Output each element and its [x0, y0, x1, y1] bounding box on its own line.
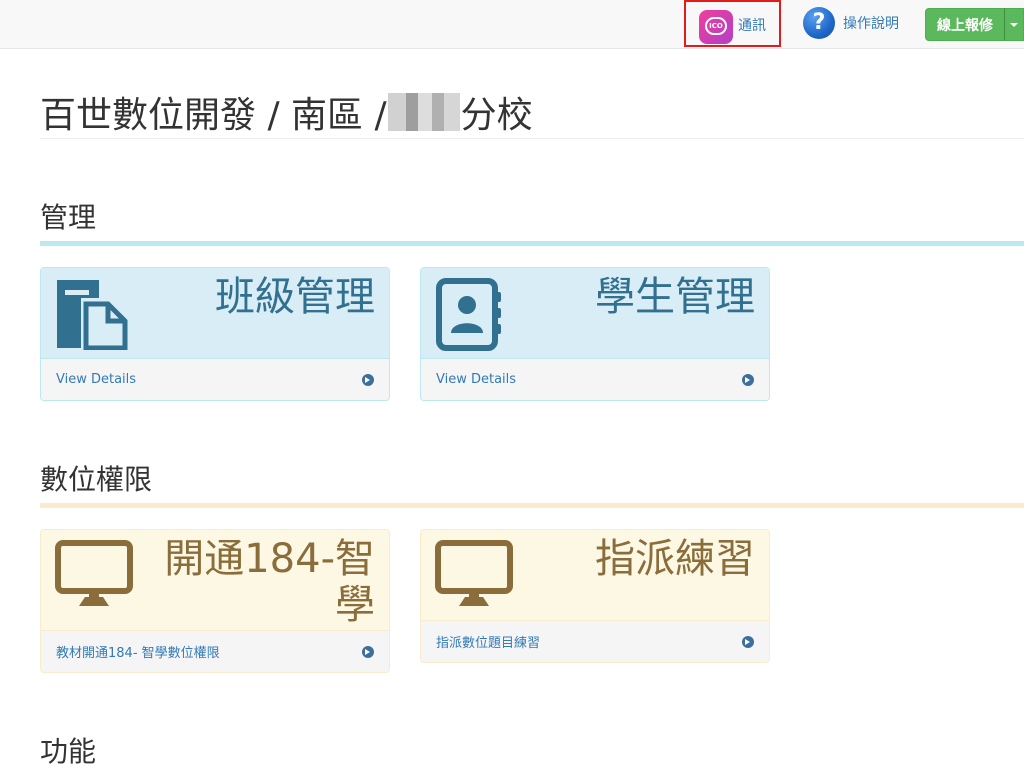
arrow-circle-right-icon: [362, 645, 374, 658]
monitor-icon: [435, 540, 513, 606]
online-repair-button[interactable]: 線上報修: [925, 8, 1005, 41]
card-footer[interactable]: 指派數位題目練習: [421, 620, 769, 662]
messenger-link[interactable]: ICO 通訊: [684, 0, 781, 47]
contact-book-icon: [436, 278, 501, 351]
card-header: 學生管理: [421, 268, 769, 360]
arrow-circle-right-icon: [742, 635, 754, 648]
messenger-icon: ICO: [699, 10, 733, 44]
arrow-circle-right-icon: [742, 373, 754, 386]
page-title: 百世數位開發 / 南區 / 分校: [40, 86, 533, 138]
card-footer[interactable]: 教材開通184- 智學數位權限: [41, 630, 389, 672]
section-bar-management: [40, 241, 1024, 246]
activate-permission-link[interactable]: 教材開通184- 智學數位權限: [56, 642, 220, 661]
title-divider: [40, 138, 1024, 139]
card-header: 班級管理: [41, 268, 389, 360]
view-details-link[interactable]: View Details: [56, 372, 136, 387]
card-assign-practice[interactable]: 指派練習 指派數位題目練習: [420, 529, 770, 663]
repair-dropdown-caret[interactable]: [1004, 8, 1024, 41]
arrow-circle-right-icon: [362, 373, 374, 386]
page-title-suffix: 分校: [460, 95, 533, 136]
section-title-management: 管理: [40, 201, 97, 234]
section-title-digital-permission: 數位權限: [40, 463, 153, 496]
card-activate-184[interactable]: 開通184-智學 教材開通184- 智學數位權限: [40, 529, 390, 673]
help-question-icon: ?: [803, 7, 835, 39]
messenger-label: 通訊: [738, 18, 766, 34]
card-title: 開通184-智學: [164, 536, 375, 628]
card-title: 班級管理: [215, 274, 375, 320]
assign-practice-link[interactable]: 指派數位題目練習: [436, 632, 540, 651]
top-navbar: ICO 通訊 ? 操作說明 線上報修: [0, 0, 1024, 49]
help-link[interactable]: ? 操作說明: [803, 6, 899, 40]
document-icon: [57, 280, 128, 350]
card-header: 開通184-智學: [41, 530, 389, 632]
help-label: 操作說明: [843, 16, 899, 32]
card-footer[interactable]: View Details: [421, 358, 769, 400]
monitor-icon: [55, 540, 133, 606]
card-header: 指派練習: [421, 530, 769, 622]
card-class-management[interactable]: 班級管理 View Details: [40, 267, 390, 401]
page-title-prefix: 百世數位開發 / 南區 /: [40, 95, 387, 136]
card-footer[interactable]: View Details: [41, 358, 389, 400]
card-student-management[interactable]: 學生管理 View Details: [420, 267, 770, 401]
card-title: 指派練習: [595, 536, 755, 582]
card-title: 學生管理: [595, 274, 755, 320]
section-title-functions: 功能: [40, 735, 97, 768]
section-bar-digital-permission: [40, 503, 1024, 508]
redacted-school-name: [387, 93, 460, 131]
messenger-icon-text: ICO: [705, 17, 727, 35]
view-details-link[interactable]: View Details: [436, 372, 516, 387]
